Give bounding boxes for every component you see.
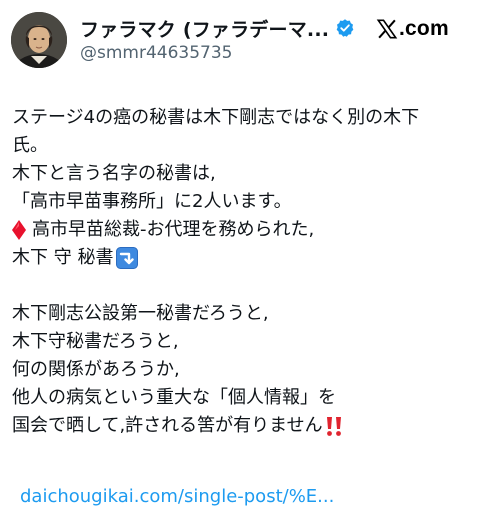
post-line-4: 「高市早苗事務所」に2人います。 xyxy=(12,191,292,212)
author-display-name[interactable]: ファラマク (ファラデーマ... xyxy=(80,15,329,42)
post-line-10: 何の関係があろうか, xyxy=(12,359,180,380)
verified-badge-icon xyxy=(336,19,354,37)
post-header: ファラマク (ファラデーマ... @smmr44635735 .com xyxy=(0,0,480,80)
post-line-6-text: 木下 守 秘書 xyxy=(12,247,114,268)
red-diamond-icon xyxy=(12,220,26,240)
author-handle[interactable]: @smmr44635735 xyxy=(80,43,233,63)
post-line-11: 他人の病気という重大な「個人情報」を xyxy=(12,387,336,408)
post-line-9: 木下守秘書だろうと, xyxy=(12,331,179,352)
x-brand-logo: .com xyxy=(376,14,449,44)
post-line-12: 国会で晒して,許される筈が有りません xyxy=(12,412,474,440)
post-line-5: 高市早苗総裁-お代理を務められた, xyxy=(12,216,474,244)
external-link[interactable]: daichougikai.com/single-post/%E... xyxy=(20,486,334,507)
post-line-1: ステージ4の癌の秘書は木下剛志ではなく別の木下 xyxy=(12,107,420,128)
post-line-3: 木下と言う名字の秘書は, xyxy=(12,163,216,184)
post-line-spacer xyxy=(12,272,474,300)
double-exclamation-icon xyxy=(326,417,341,436)
post-line-12-text: 国会で晒して,許される筈が有りません xyxy=(12,415,323,436)
post-line-5-text: 高市早苗総裁-お代理を務められた, xyxy=(32,219,315,240)
post-line-8: 木下剛志公設第一秘書だろうと, xyxy=(12,303,269,324)
avatar[interactable] xyxy=(11,12,67,68)
brand-domain-text: .com xyxy=(399,17,449,40)
author-name-row[interactable]: ファラマク (ファラデーマ... xyxy=(80,14,355,42)
portrait-avatar-icon xyxy=(11,12,67,68)
post-body: ステージ4の癌の秘書は木下剛志ではなく別の木下 氏。 木下と言う名字の秘書は, … xyxy=(12,104,474,440)
post-line-6: 木下 守 秘書 xyxy=(12,244,474,272)
post-line-2: 氏。 xyxy=(12,135,48,156)
x-logo-icon xyxy=(376,19,398,39)
post-card: ファラマク (ファラデーマ... @smmr44635735 .com ステージ… xyxy=(0,0,480,516)
arrow-down-right-icon xyxy=(116,247,139,269)
